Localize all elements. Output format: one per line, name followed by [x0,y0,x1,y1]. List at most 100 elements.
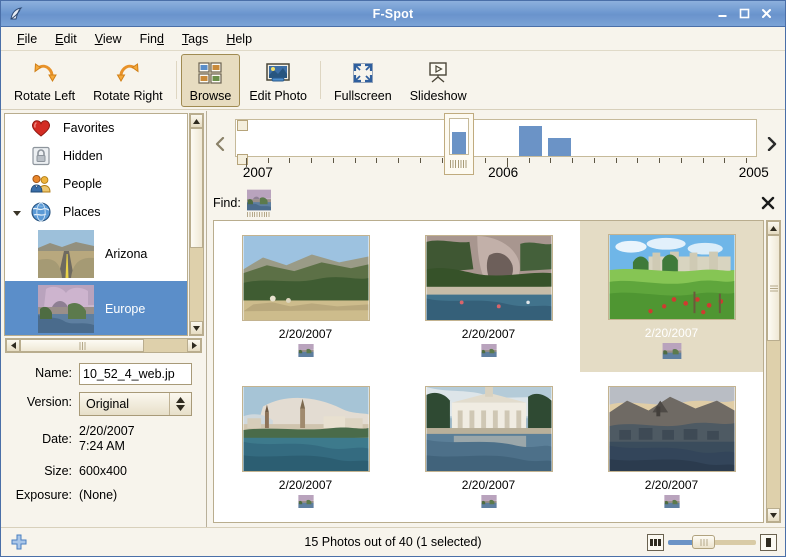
grid-scroll-down-button[interactable] [767,508,780,522]
tag-row-places[interactable]: Places [5,198,187,226]
size-value: 600x400 [79,464,127,478]
close-icon[interactable] [760,7,773,20]
chevron-left-icon[interactable] [211,117,229,171]
tag-list: Favorites Hidden People Places Arizona E… [4,113,188,336]
photo-cell[interactable]: 2/20/2007 [397,372,580,523]
timeline-cursor-grip[interactable] [449,160,468,168]
tag-row-europe[interactable]: Europe [5,281,187,335]
timeline-bar [548,138,571,156]
timeline-tick [615,158,617,163]
chevron-right-icon[interactable] [763,117,781,171]
timeline-tick [746,158,748,163]
plus-icon[interactable] [11,534,27,550]
zoom-slider[interactable] [668,535,756,549]
rotate-right-icon [113,59,143,87]
photo-tag-icon[interactable] [662,342,682,359]
tag-scroll-thumb[interactable] [190,128,203,248]
fullscreen-button[interactable]: Fullscreen [325,54,401,107]
timeline-main[interactable]: 2007 2006 2005 [229,113,769,183]
photo-thumbnail [241,235,370,322]
close-x-icon[interactable] [759,194,777,212]
photo-grid-area: 2/20/2007 2/20/2007 2/20/2007 2/20/2007 … [207,220,785,527]
zoom-slider-thumb[interactable] [692,535,715,549]
metadata-row-size: Size: 600x400 [5,461,198,478]
timeline-year: 2005 [738,165,769,180]
scroll-right-button[interactable] [187,339,201,352]
tag-row-people[interactable]: People [5,170,187,198]
metadata-row-version: Version: Original [5,392,198,416]
photo-tag-icon[interactable] [297,494,314,508]
timeline-tick [637,158,639,163]
photo-cell[interactable]: 2/20/2007 [397,221,580,372]
tag-list-hscrollbar[interactable] [5,338,202,353]
metadata-panel: Name: Version: Original Date: [1,355,206,527]
date-label: Date: [42,432,72,446]
photo-grid-vscrollbar[interactable] [766,220,781,523]
timeline-tick [419,158,421,163]
tag-row-favorites[interactable]: Favorites [5,114,187,142]
tag-list-vscrollbar[interactable] [189,113,204,336]
timeline-year: 2007 [242,165,273,180]
status-bar: 15 Photos out of 40 (1 selected) [1,527,785,556]
menu-file[interactable]: File [9,29,45,49]
tag-row-arizona[interactable]: Arizona [5,226,187,281]
spinner-icon[interactable] [169,393,191,415]
timeline-histogram[interactable] [235,119,757,165]
tag-label-hidden: Hidden [63,149,103,163]
photo-date: 2/20/2007 [644,477,699,492]
photo-cell[interactable]: 2/20/2007 [580,372,763,523]
edit-photo-button[interactable]: Edit Photo [240,54,316,107]
fspot-window: F-Spot File Edit View Find Tags Help Rot… [0,0,786,557]
photo-cell[interactable]: 2/20/2007 [214,372,397,523]
scroll-left-button[interactable] [6,339,20,352]
browse-button[interactable]: Browse [180,53,241,107]
photo-cell[interactable]: 2/20/2007 [214,221,397,372]
photo-tag-icon[interactable] [480,344,497,358]
photo-grid[interactable]: 2/20/2007 2/20/2007 2/20/2007 2/20/2007 … [213,220,764,523]
maximize-icon[interactable] [738,7,751,20]
tag-label-arizona: Arizona [105,246,148,261]
large-thumb-icon[interactable] [760,533,777,551]
slideshow-button[interactable]: Slideshow [401,54,476,107]
tag-hscroll-track[interactable] [20,339,187,352]
tag-scroll-track[interactable] [190,128,203,321]
menu-tags[interactable]: Tags [174,29,216,49]
photo-tag-icon[interactable] [480,494,497,508]
version-label: Version: [26,395,72,409]
menu-find[interactable]: Find [132,29,172,49]
tag-hscroll-thumb[interactable] [20,339,144,352]
name-input[interactable] [79,363,192,385]
menu-edit[interactable]: Edit [47,29,85,49]
minimize-icon[interactable] [716,7,729,20]
photo-cell-selected[interactable]: 2/20/2007 [580,221,763,372]
menu-help[interactable]: Help [218,29,260,49]
zoom-slider-track [714,540,756,545]
photo-tag-icon[interactable] [297,344,314,358]
rotate-right-label: Rotate Right [93,88,163,103]
globe-icon [29,200,53,224]
timeline-cursor[interactable] [443,113,474,175]
scroll-down-button[interactable] [190,321,203,335]
timeline-cursor-window [448,118,469,155]
timeline-tick [550,158,552,163]
exposure-label: Exposure: [15,488,72,502]
find-tag-chip[interactable] [246,189,271,217]
scroll-up-button[interactable] [190,114,203,128]
date-value: 2/20/2007 7:24 AM [79,423,135,454]
chevron-down-icon[interactable] [11,206,23,218]
timeline-tick [680,158,682,163]
rotate-left-button[interactable]: Rotate Left [5,54,84,107]
rotate-right-button[interactable]: Rotate Right [84,54,171,107]
tag-row-hidden[interactable]: Hidden [5,142,187,170]
grid-scroll-thumb[interactable] [767,235,780,341]
grid-scroll-up-button[interactable] [767,221,780,235]
photo-date: 2/20/2007 [461,327,516,342]
menu-view[interactable]: View [87,29,130,49]
tag-label-places: Places [63,205,101,219]
photo-tag-icon[interactable] [663,494,680,508]
version-combo[interactable]: Original [79,392,192,416]
timeline-handle-top[interactable] [237,120,248,131]
grid-scroll-track[interactable] [767,235,780,508]
photo-thumbnail [241,385,370,472]
small-thumbs-icon[interactable] [647,533,664,551]
